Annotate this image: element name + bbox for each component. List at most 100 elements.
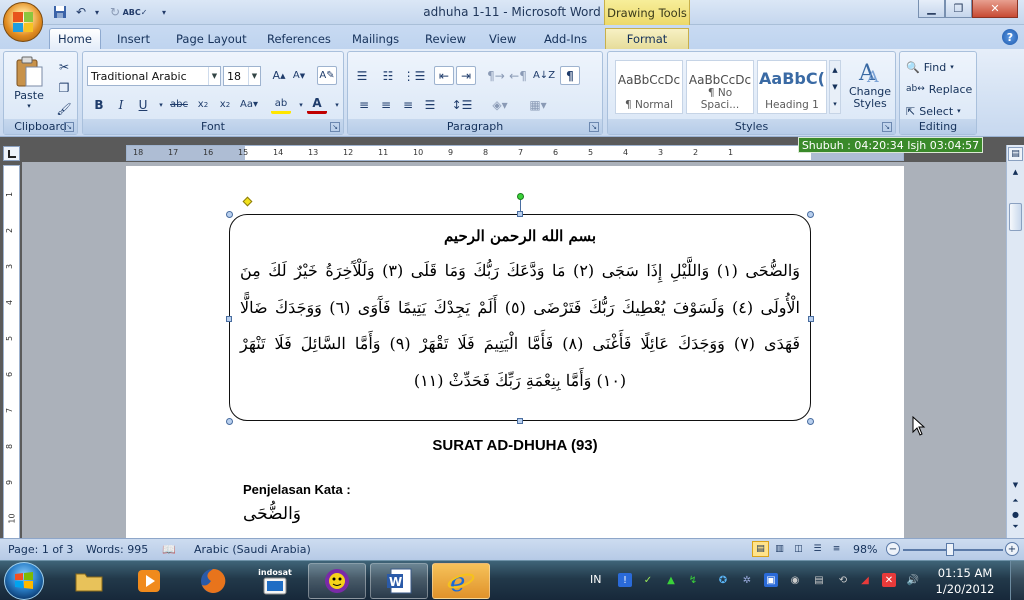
resize-handle[interactable]: [226, 211, 233, 218]
style-no-spacing[interactable]: AaBbCcDc ¶ No Spaci...: [686, 60, 754, 114]
restore-button[interactable]: ❐: [945, 0, 972, 18]
taskbar-firefox[interactable]: [184, 563, 242, 599]
paste-button[interactable]: Paste ▾: [9, 56, 49, 112]
superscript-icon[interactable]: x2: [215, 95, 235, 114]
highlight-icon[interactable]: ab: [271, 95, 291, 114]
grow-font-icon[interactable]: A ▲: [269, 66, 289, 85]
resize-handle[interactable]: [517, 418, 523, 424]
line-spacing-icon[interactable]: ↕☰: [452, 95, 473, 114]
system-clock[interactable]: 01:15 AM 1/20/2012: [932, 565, 998, 597]
replace-button[interactable]: ab↔ Replace: [906, 80, 972, 98]
draft-icon[interactable]: ≡: [828, 541, 845, 557]
select-button[interactable]: ⇱ Select ▾: [906, 102, 961, 120]
save-icon[interactable]: [52, 4, 68, 20]
adjust-handle[interactable]: [242, 196, 253, 207]
font-color-dropdown-icon[interactable]: ▾: [327, 95, 347, 114]
taskbar-word[interactable]: W: [370, 563, 428, 599]
horizontal-ruler[interactable]: 18 17 16 15 14 13 12 11 10 9 8 7 6 5 4 3 2 1: [126, 145, 904, 161]
increase-indent-icon[interactable]: ⇥: [456, 66, 476, 85]
outline-icon[interactable]: ☰: [809, 541, 826, 557]
next-page-icon[interactable]: ⏷: [1008, 521, 1023, 533]
tray-action-center-icon[interactable]: ✕: [882, 573, 896, 587]
web-layout-icon[interactable]: ◫: [790, 541, 807, 557]
borders-icon[interactable]: ▦▾: [528, 95, 548, 114]
help-icon[interactable]: ?: [1002, 29, 1018, 45]
styles-launcher-icon[interactable]: ↘: [882, 122, 892, 132]
page-count[interactable]: Page: 1 of 3: [8, 543, 73, 556]
document-page[interactable]: بسم الله الرحمن الرحيم وَالضُّحَى (١) وَ…: [126, 166, 904, 538]
strikethrough-icon[interactable]: abc: [169, 95, 189, 114]
tab-view[interactable]: View: [481, 28, 524, 49]
paragraph-launcher-icon[interactable]: ↘: [589, 122, 599, 132]
tab-home[interactable]: Home: [49, 28, 101, 49]
taskbar-internet-explorer[interactable]: e: [432, 563, 490, 599]
justify-icon[interactable]: ☰: [420, 95, 440, 114]
tray-volume-icon[interactable]: 🔊: [906, 573, 920, 587]
tray-warning-icon[interactable]: ▲: [664, 573, 678, 587]
tab-page-layout[interactable]: Page Layout: [168, 28, 255, 49]
tab-references[interactable]: References: [259, 28, 339, 49]
spelling-check-icon[interactable]: ABC✓: [123, 4, 148, 20]
scroll-down-icon[interactable]: ▼: [1008, 478, 1023, 492]
tray-disc-icon[interactable]: ◉: [788, 573, 802, 587]
font-launcher-icon[interactable]: ↘: [330, 122, 340, 132]
tray-antivirus-icon[interactable]: ✪: [716, 573, 730, 587]
tab-selector[interactable]: [3, 146, 20, 161]
change-case-icon[interactable]: Aa▾: [239, 95, 259, 114]
resize-handle[interactable]: [226, 316, 232, 322]
underline-icon[interactable]: U: [133, 95, 153, 114]
shrink-font-icon[interactable]: A ▼: [289, 66, 309, 85]
font-size-select[interactable]: 18 ▼: [223, 66, 261, 86]
chevron-up-icon[interactable]: ▲: [832, 66, 837, 74]
taskbar-media-player[interactable]: [120, 563, 178, 599]
undo-dropdown-icon[interactable]: ▾: [89, 4, 105, 20]
multilevel-list-icon[interactable]: ⋮☰: [403, 66, 426, 85]
styles-gallery-scroll[interactable]: ▲ ▼ ▾: [829, 60, 841, 114]
close-button[interactable]: ✕: [972, 0, 1018, 18]
cut-icon[interactable]: ✂: [54, 57, 74, 76]
scroll-up-icon[interactable]: ▲: [1008, 165, 1023, 179]
sort-icon[interactable]: A↓Z: [533, 66, 555, 85]
vertical-ruler[interactable]: 1 2 3 4 5 6 7 8 9 10: [3, 165, 20, 540]
redo-icon[interactable]: ↻: [107, 4, 123, 20]
align-center-icon[interactable]: ≡: [376, 95, 396, 114]
print-layout-icon[interactable]: ▤: [752, 541, 769, 557]
taskbar-indosat[interactable]: indosat: [246, 563, 304, 599]
paste-dropdown-icon[interactable]: ▾: [27, 102, 31, 110]
chevron-down-icon[interactable]: ▼: [832, 83, 837, 91]
input-language[interactable]: IN: [590, 573, 601, 586]
tray-device-icon[interactable]: ▣: [764, 573, 778, 587]
style-heading-1[interactable]: AaBbC( Heading 1: [757, 60, 827, 114]
format-painter-icon[interactable]: 🖌: [54, 99, 74, 118]
more-icon[interactable]: ▾: [833, 100, 837, 108]
full-screen-reading-icon[interactable]: ▥: [771, 541, 788, 557]
italic-icon[interactable]: I: [111, 95, 131, 114]
align-left-icon[interactable]: ≡: [354, 95, 374, 114]
align-right-icon[interactable]: ≡: [398, 95, 418, 114]
decrease-indent-icon[interactable]: ⇤: [434, 66, 454, 85]
clipboard-launcher-icon[interactable]: ↘: [64, 122, 74, 132]
word-count[interactable]: Words: 995: [86, 543, 148, 556]
shading-icon[interactable]: ◈▾: [490, 95, 510, 114]
customize-qat-icon[interactable]: ▾: [156, 4, 172, 20]
ltr-icon[interactable]: ¶→: [486, 66, 506, 85]
tab-format[interactable]: Format: [605, 28, 689, 49]
vertical-scrollbar[interactable]: ▤ ▲ ▼ ⏶ ● ⏷: [1006, 145, 1024, 538]
tray-display-icon[interactable]: ▤: [812, 573, 826, 587]
previous-page-icon[interactable]: ⏶: [1008, 495, 1023, 507]
taskbar-yahoo-messenger[interactable]: [308, 563, 366, 599]
copy-icon[interactable]: ❐: [54, 78, 74, 97]
tab-add-ins[interactable]: Add-Ins: [536, 28, 595, 49]
resize-handle[interactable]: [226, 418, 233, 425]
zoom-in-icon[interactable]: +: [1005, 542, 1019, 556]
taskbar-explorer[interactable]: [60, 563, 118, 599]
minimize-button[interactable]: ▁: [918, 0, 945, 18]
language-indicator[interactable]: Arabic (Saudi Arabia): [194, 543, 311, 556]
proofing-icon[interactable]: 📖: [162, 543, 176, 556]
font-family-select[interactable]: Traditional Arabic ▼: [87, 66, 221, 86]
tab-insert[interactable]: Insert: [109, 28, 158, 49]
resize-handle[interactable]: [808, 316, 814, 322]
office-button[interactable]: [3, 2, 43, 42]
bullets-icon[interactable]: ☰: [352, 66, 372, 85]
numbering-icon[interactable]: ☷: [378, 66, 398, 85]
